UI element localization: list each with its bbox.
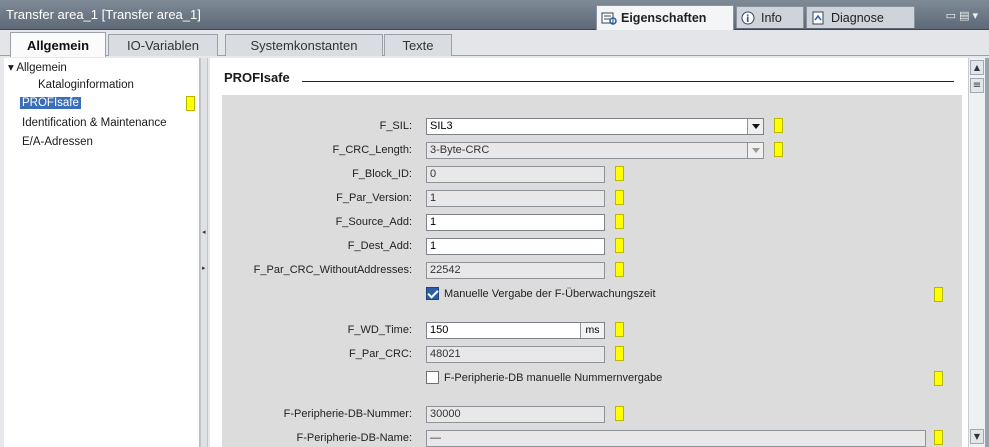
tab-diagnostics[interactable]: Diagnose — [806, 6, 915, 28]
db-name-label: F-Peripherie-DB-Name: — [296, 432, 412, 444]
f-wd-time-unit: ms — [580, 323, 604, 338]
window-title: Transfer area_1 [Transfer area_1] — [6, 7, 201, 22]
chevron-down-icon[interactable] — [747, 143, 763, 158]
manual-wd-time-checkbox[interactable] — [426, 287, 439, 300]
db-number-label: F-Peripherie-DB-Nummer: — [283, 408, 412, 420]
tab-texts[interactable]: Texte — [384, 34, 452, 56]
status-marker — [774, 142, 783, 157]
collapse-left-icon[interactable]: ◂ — [202, 228, 206, 236]
f-wd-time-input[interactable]: 150 ms — [426, 322, 605, 339]
f-block-id-field: 0 — [426, 166, 605, 183]
chevron-down-icon[interactable]: ▾ — [972, 9, 981, 22]
info-icon: i — [741, 11, 757, 25]
content-pane: PROFIsafe F_SIL: SIL3 F_CRC_Length: 3-By… — [210, 58, 968, 447]
window-controls[interactable]: ▭▤▾ — [946, 9, 981, 22]
f-par-crc-label: F_Par_CRC: — [349, 348, 412, 360]
manual-wd-time-label: Manuelle Vergabe der F-Überwachungszeit — [444, 288, 656, 300]
db-number-field: 30000 — [426, 406, 605, 423]
status-marker — [615, 406, 624, 421]
diagnostics-icon — [811, 11, 827, 25]
f-par-crc-without-label: F_Par_CRC_WithoutAddresses: — [253, 264, 412, 276]
f-dest-add-input[interactable]: 1 — [426, 238, 605, 255]
pane-splitter[interactable]: ◂ ▸ — [200, 58, 208, 447]
tab-system-constants[interactable]: Systemkonstanten — [225, 34, 383, 56]
properties-tab-row: Allgemein IO-Variablen Systemkonstanten … — [0, 30, 989, 57]
tab-info-label: Info — [761, 10, 782, 25]
f-block-id-label: F_Block_ID: — [352, 168, 412, 180]
section-divider — [302, 81, 954, 82]
tab-diagnostics-label: Diagnose — [831, 10, 884, 25]
f-par-crc-without-field: 22542 — [426, 262, 605, 279]
tree-item-catalog-info[interactable]: Kataloginformation — [38, 79, 134, 91]
navigation-tree: ▾ Allgemein Kataloginformation PROFIsafe… — [4, 58, 200, 447]
chevron-down-icon[interactable] — [747, 119, 763, 134]
status-marker — [615, 346, 624, 361]
section-title: PROFIsafe — [224, 70, 290, 85]
f-source-add-label: F_Source_Add: — [335, 216, 412, 228]
tree-item-general[interactable]: ▾ Allgemein — [8, 60, 67, 74]
status-marker — [934, 371, 943, 386]
status-marker — [615, 322, 624, 337]
f-crc-length-label: F_CRC_Length: — [332, 144, 413, 156]
status-marker — [774, 118, 783, 133]
window-title-bar: Transfer area_1 [Transfer area_1] Eigens… — [0, 0, 989, 30]
status-marker — [615, 214, 624, 229]
tab-info[interactable]: i Info — [736, 6, 804, 28]
f-crc-length-dropdown[interactable]: 3-Byte-CRC — [426, 142, 764, 159]
f-wd-time-value: 150 — [430, 324, 449, 336]
f-dest-add-label: F_Dest_Add: — [347, 240, 412, 252]
tab-properties-label: Eigenschaften — [621, 11, 707, 25]
f-wd-time-label: F_WD_Time: — [347, 324, 412, 336]
f-sil-value: SIL3 — [430, 120, 453, 132]
tab-general[interactable]: Allgemein — [10, 32, 106, 57]
tab-properties[interactable]: Eigenschaften — [596, 5, 734, 30]
status-marker — [615, 166, 624, 181]
svg-text:i: i — [746, 14, 749, 25]
restore-icon[interactable]: ▭ — [946, 9, 959, 22]
f-par-version-field: 1 — [426, 190, 605, 207]
menu-icon[interactable]: ▤ — [959, 9, 972, 22]
window-border — [985, 58, 989, 447]
status-marker — [615, 238, 624, 253]
scroll-grip-icon[interactable]: ≡ — [970, 78, 984, 93]
f-sil-dropdown[interactable]: SIL3 — [426, 118, 764, 135]
f-sil-label: F_SIL: — [379, 120, 412, 132]
tree-item-identification-maintenance[interactable]: Identification & Maintenance — [22, 117, 166, 129]
status-marker — [934, 430, 943, 445]
vertical-scrollbar[interactable]: ▲ ≡ ▼ — [968, 58, 985, 447]
tree-item-profisafe[interactable]: PROFIsafe — [20, 97, 81, 109]
properties-icon — [601, 11, 617, 25]
scroll-down-icon[interactable]: ▼ — [970, 429, 984, 444]
status-marker — [934, 287, 943, 302]
scroll-up-icon[interactable]: ▲ — [970, 60, 984, 75]
f-par-crc-field: 48021 — [426, 346, 605, 363]
f-par-version-label: F_Par_Version: — [336, 192, 412, 204]
status-marker — [615, 190, 624, 205]
status-marker — [615, 262, 624, 277]
tree-item-io-addresses[interactable]: E/A-Adressen — [22, 136, 93, 148]
manual-db-number-checkbox[interactable] — [426, 371, 439, 384]
manual-db-number-label: F-Peripherie-DB manuelle Nummernvergabe — [444, 372, 663, 384]
status-marker — [186, 96, 195, 111]
profisafe-form: F_SIL: SIL3 F_CRC_Length: 3-Byte-CRC F_B… — [222, 95, 962, 447]
f-source-add-input[interactable]: 1 — [426, 214, 605, 231]
f-crc-length-value: 3-Byte-CRC — [430, 144, 490, 156]
tab-io-variables[interactable]: IO-Variablen — [108, 34, 218, 56]
db-name-field: — — [426, 430, 926, 447]
